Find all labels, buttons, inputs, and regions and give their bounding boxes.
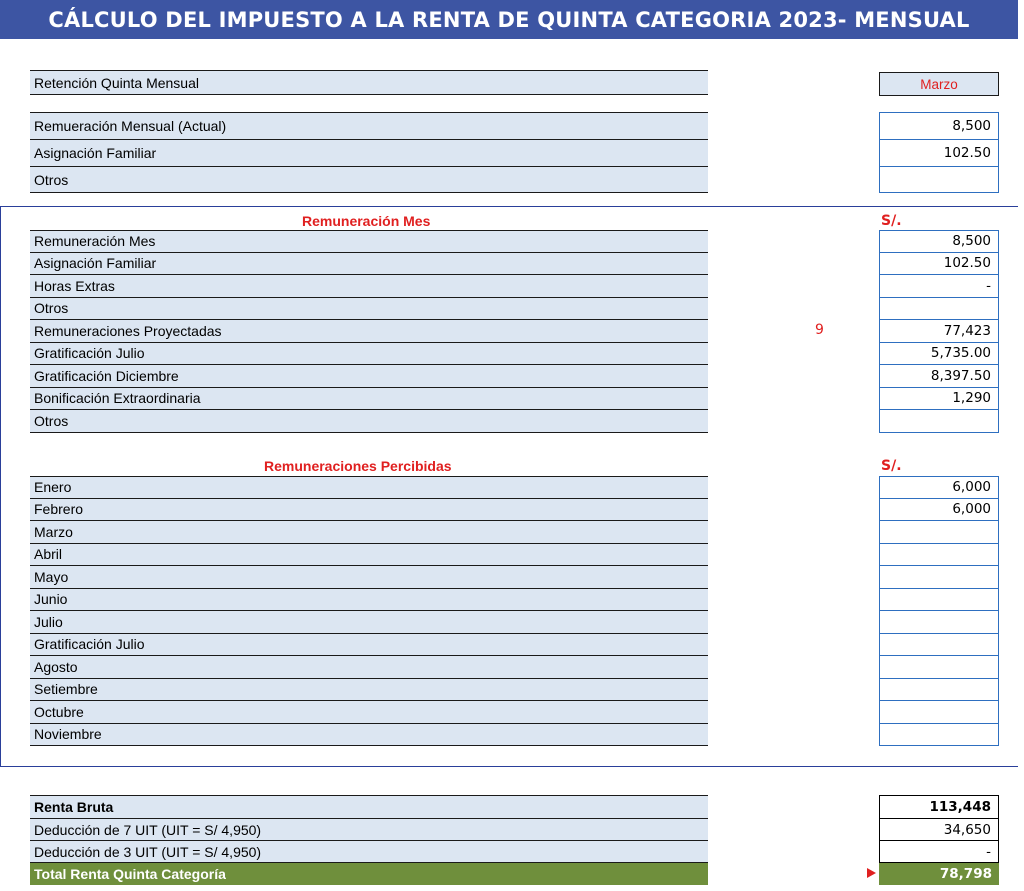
value-cell[interactable]: 8,500 (879, 230, 999, 253)
value-cell[interactable] (879, 611, 999, 634)
table-row: Setiembre (30, 678, 708, 701)
header-row-label: Remueración Mensual (Actual) (34, 118, 227, 134)
value-cell[interactable]: 1,290 (879, 387, 999, 410)
value-cell[interactable] (879, 566, 999, 589)
table-row: Remuneraciones Proyectadas (30, 320, 708, 343)
header-row-otros: Otros (30, 167, 708, 193)
retencion-label: Retención Quinta Mensual (30, 70, 708, 95)
deduccion-7-label: Deducción de 7 UIT (UIT = S/ 4,950) (34, 821, 262, 838)
renta-bruta-label: Renta Bruta (34, 799, 114, 815)
deduccion-3-value: - (879, 841, 999, 863)
row-label: Setiembre (34, 681, 98, 698)
row-label: Julio (34, 613, 63, 630)
page-title: CÁLCULO DEL IMPUESTO A LA RENTA DE QUINT… (0, 0, 1018, 39)
deduccion-7-value: 34,650 (879, 819, 999, 841)
total-renta-label: Total Renta Quinta Categoría (34, 866, 226, 882)
total-renta-row: Total Renta Quinta Categoría (30, 863, 708, 885)
header-row-remuneracion: Remueración Mensual (Actual) (30, 112, 708, 140)
row-label: Mayo (34, 568, 69, 585)
table-row: Gratificación Diciembre (30, 365, 708, 388)
table-row: Enero (30, 476, 708, 499)
table-row: Gratificación Julio (30, 633, 708, 656)
row-label: Junio (34, 591, 68, 608)
section-title-remuneracion-mes: Remuneración Mes (302, 213, 431, 229)
renta-bruta-value: 113,448 (879, 795, 999, 819)
value-cell[interactable]: - (879, 275, 999, 298)
header-input-otros[interactable] (879, 167, 999, 193)
row-label: Agosto (34, 658, 78, 675)
table-row: Junio (30, 588, 708, 611)
value-cell[interactable] (879, 521, 999, 544)
value-cell[interactable] (879, 701, 999, 724)
row-label: Febrero (34, 501, 84, 518)
row-label: Remuneración Mes (34, 233, 156, 250)
value-cell[interactable] (879, 410, 999, 433)
renta-bruta-row: Renta Bruta (30, 795, 708, 819)
header-input-asignacion[interactable]: 102.50 (879, 140, 999, 167)
projected-months-count: 9 (815, 322, 824, 338)
row-label: Enero (34, 479, 72, 496)
table-row: Julio (30, 611, 708, 634)
header-row-asignacion: Asignación Familiar (30, 140, 708, 167)
row-label: Gratificación Julio (34, 636, 145, 653)
table-row: Abril (30, 543, 708, 566)
table-row: Horas Extras (30, 275, 708, 298)
value-cell[interactable] (879, 678, 999, 701)
row-label: Remuneraciones Proyectadas (34, 322, 222, 339)
value-cell[interactable]: 6,000 (879, 498, 999, 521)
table-row: Febrero (30, 498, 708, 521)
row-label: Asignación Familiar (34, 255, 157, 272)
header-row-label: Asignación Familiar (34, 145, 157, 161)
table-row: Noviembre (30, 723, 708, 746)
table-row: Remuneración Mes (30, 230, 708, 253)
table-row: Octubre (30, 701, 708, 724)
value-cell[interactable]: 102.50 (879, 252, 999, 275)
value-cell[interactable]: 8,397.50 (879, 365, 999, 388)
row-label: Octubre (34, 703, 84, 720)
row-label: Bonificación Extraordinaria (34, 390, 201, 407)
value-cell[interactable] (879, 633, 999, 656)
value-cell[interactable] (879, 588, 999, 611)
currency-label: S/. (881, 458, 902, 474)
table-row: Asignación Familiar (30, 252, 708, 275)
month-selector[interactable]: Marzo (879, 72, 999, 96)
header-input-remuneracion[interactable]: 8,500 (879, 112, 999, 140)
retencion-label-text: Retención Quinta Mensual (34, 74, 199, 91)
row-label: Abril (34, 546, 63, 563)
currency-label: S/. (881, 213, 902, 229)
value-cell[interactable]: 77,423 (879, 320, 999, 343)
total-renta-value: 78,798 (879, 863, 999, 885)
value-cell[interactable] (879, 656, 999, 679)
deduccion-3-label: Deducción de 3 UIT (UIT = S/ 4,950) (34, 843, 262, 860)
table-row: Otros (30, 297, 708, 320)
pointer-arrow-icon (867, 868, 876, 878)
row-label: Gratificación Diciembre (34, 367, 179, 384)
value-cell[interactable]: 6,000 (879, 476, 999, 499)
table-row: Mayo (30, 566, 708, 589)
row-label: Marzo (34, 523, 73, 540)
table-row: Marzo (30, 521, 708, 544)
row-label: Gratificación Julio (34, 345, 145, 362)
row-label: Horas Extras (34, 277, 115, 294)
deduccion-3-row: Deducción de 3 UIT (UIT = S/ 4,950) (30, 841, 708, 863)
table-row: Gratificación Julio (30, 342, 708, 365)
row-label: Otros (34, 412, 69, 429)
table-row: Bonificación Extraordinaria (30, 387, 708, 410)
value-cell[interactable] (879, 297, 999, 320)
value-cell[interactable]: 5,735.00 (879, 342, 999, 365)
header-row-label: Otros (34, 171, 69, 188)
value-cell[interactable] (879, 543, 999, 566)
section-title-percibidas: Remuneraciones Percibidas (264, 458, 452, 474)
table-row: Otros (30, 410, 708, 433)
row-label: Noviembre (34, 726, 102, 743)
table-row: Agosto (30, 656, 708, 679)
row-label: Otros (34, 300, 69, 317)
value-cell[interactable] (879, 723, 999, 746)
deduccion-7-row: Deducción de 7 UIT (UIT = S/ 4,950) (30, 819, 708, 841)
